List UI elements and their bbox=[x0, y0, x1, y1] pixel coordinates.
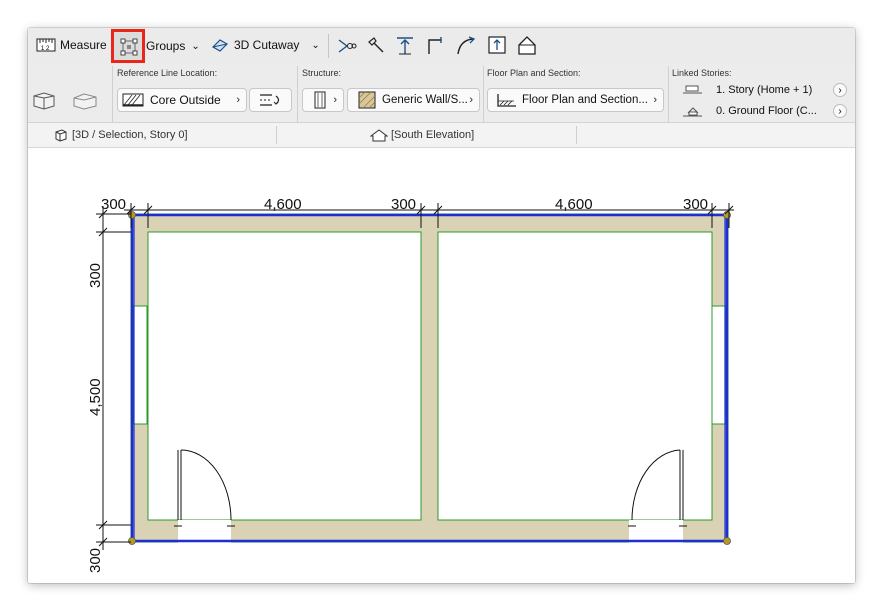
ref-line-value: Core Outside bbox=[150, 93, 221, 107]
material-swatch-icon bbox=[358, 91, 376, 109]
measure-label: Measure bbox=[60, 38, 107, 52]
chevron-right-icon: › bbox=[333, 94, 337, 106]
linked-top-story: 1. Story (Home + 1) bbox=[716, 84, 813, 96]
tab-elevation-label: [South Elevation] bbox=[391, 129, 475, 141]
tab-3d-label: [3D / Selection, Story 0] bbox=[72, 129, 188, 141]
ref-line-title: Reference Line Location: bbox=[117, 68, 218, 78]
tab-divider bbox=[276, 126, 277, 144]
building-material-dropdown[interactable]: Generic Wall/S... › bbox=[347, 88, 480, 112]
floorplan-section-button[interactable]: Floor Plan and Section... › bbox=[487, 88, 664, 112]
cube-icon bbox=[54, 128, 68, 142]
floor-plan-canvas[interactable]: 300 4,600 300 4,600 300 300 4,500 300 bbox=[28, 148, 855, 583]
tab-3d-selection[interactable]: [3D / Selection, Story 0] bbox=[54, 123, 188, 147]
linked-bottom-story: 0. Ground Floor (C... bbox=[716, 105, 817, 117]
chevron-right-icon: › bbox=[236, 94, 240, 106]
structure-value: Generic Wall/S... bbox=[382, 94, 468, 106]
structure-title: Structure: bbox=[302, 68, 342, 78]
house-icon[interactable] bbox=[516, 34, 538, 56]
flip-ref-line-button[interactable] bbox=[249, 88, 292, 112]
core-outside-icon bbox=[122, 93, 144, 107]
fillet-icon[interactable] bbox=[425, 36, 445, 56]
dim-left-300-top: 300 bbox=[87, 263, 104, 288]
wall-3d-icon[interactable] bbox=[32, 88, 56, 110]
groups-button-highlight[interactable] bbox=[111, 29, 145, 63]
corner-hotspot[interactable] bbox=[723, 537, 731, 545]
dim-top-4600-right: 4,600 bbox=[555, 196, 593, 213]
elevation-house-icon bbox=[370, 128, 388, 142]
top-link-icon bbox=[682, 84, 704, 96]
cutaway-label: 3D Cutaway bbox=[234, 38, 300, 52]
chevron-down-icon: ⌄ bbox=[191, 40, 200, 52]
chevron-right-icon: › bbox=[838, 85, 842, 96]
archicad-window: 1 2 Measure Groups ⌄ 3D Cutaway ⌄ Refere… bbox=[28, 28, 855, 583]
linked-top-button[interactable]: › bbox=[833, 83, 847, 97]
corner-hotspot[interactable] bbox=[128, 537, 136, 545]
curve-icon[interactable] bbox=[455, 36, 477, 56]
adjust-icon[interactable] bbox=[366, 36, 386, 54]
door-left[interactable] bbox=[174, 449, 235, 527]
dim-top-300-right: 300 bbox=[683, 196, 708, 213]
groups-label: Groups bbox=[146, 39, 186, 53]
left-dimension-chain bbox=[96, 206, 131, 550]
corner-hotspot[interactable] bbox=[128, 211, 136, 219]
floorplan-title: Floor Plan and Section: bbox=[487, 68, 581, 78]
chevron-down-icon: ⌄ bbox=[311, 39, 320, 51]
chevron-right-icon: › bbox=[653, 94, 657, 106]
ref-line-dropdown[interactable]: Core Outside › bbox=[117, 88, 247, 112]
wall-structure-icon bbox=[313, 91, 327, 109]
floorplan-value: Floor Plan and Section... bbox=[522, 94, 648, 106]
dim-left-300-bottom: 300 bbox=[87, 548, 104, 573]
main-toolbar: 1 2 Measure Groups ⌄ 3D Cutaway ⌄ bbox=[28, 28, 855, 65]
tab-divider bbox=[576, 126, 577, 144]
window-left[interactable] bbox=[132, 305, 148, 425]
measure-tool[interactable]: 1 2 Measure bbox=[36, 37, 107, 53]
section-divider bbox=[112, 66, 113, 122]
chevron-right-icon: › bbox=[838, 106, 842, 117]
bottom-link-icon bbox=[682, 104, 704, 118]
linked-stories-title: Linked Stories: bbox=[672, 68, 732, 78]
window-right[interactable] bbox=[711, 305, 727, 425]
structure-type-dropdown[interactable]: › bbox=[302, 88, 344, 112]
elevate-icon[interactable] bbox=[395, 36, 415, 56]
resize-icon[interactable] bbox=[487, 35, 507, 55]
cutaway-menu[interactable]: 3D Cutaway ⌄ bbox=[211, 37, 320, 53]
linked-bottom-button[interactable]: › bbox=[833, 104, 847, 118]
info-box: Reference Line Location: Core Outside › … bbox=[28, 64, 855, 123]
split-icon[interactable] bbox=[337, 37, 357, 55]
view-tab-bar: [3D / Selection, Story 0] [South Elevati… bbox=[28, 123, 855, 148]
ruler-icon: 1 2 bbox=[36, 37, 56, 53]
groups-menu[interactable]: Groups ⌄ bbox=[146, 39, 200, 53]
door-right[interactable] bbox=[628, 449, 687, 527]
toolbar-divider bbox=[328, 34, 329, 58]
section-divider bbox=[297, 66, 298, 122]
cutaway-icon bbox=[211, 37, 229, 53]
wall-body[interactable] bbox=[130, 213, 729, 543]
wall-3d-alt-icon[interactable] bbox=[72, 88, 98, 110]
svg-text:1 2: 1 2 bbox=[41, 46, 50, 52]
section-divider bbox=[483, 66, 484, 122]
dim-left-4500: 4,500 bbox=[87, 378, 104, 416]
section-divider bbox=[668, 66, 669, 122]
dim-top-300-left: 300 bbox=[101, 196, 126, 213]
dim-top-300-mid: 300 bbox=[391, 196, 416, 213]
flip-icon bbox=[258, 92, 284, 108]
floorplan-icon bbox=[496, 92, 518, 108]
group-icon bbox=[120, 38, 138, 56]
dim-top-4600-left: 4,600 bbox=[264, 196, 302, 213]
tab-south-elevation[interactable]: [South Elevation] bbox=[370, 123, 474, 147]
chevron-right-icon: › bbox=[469, 94, 473, 106]
